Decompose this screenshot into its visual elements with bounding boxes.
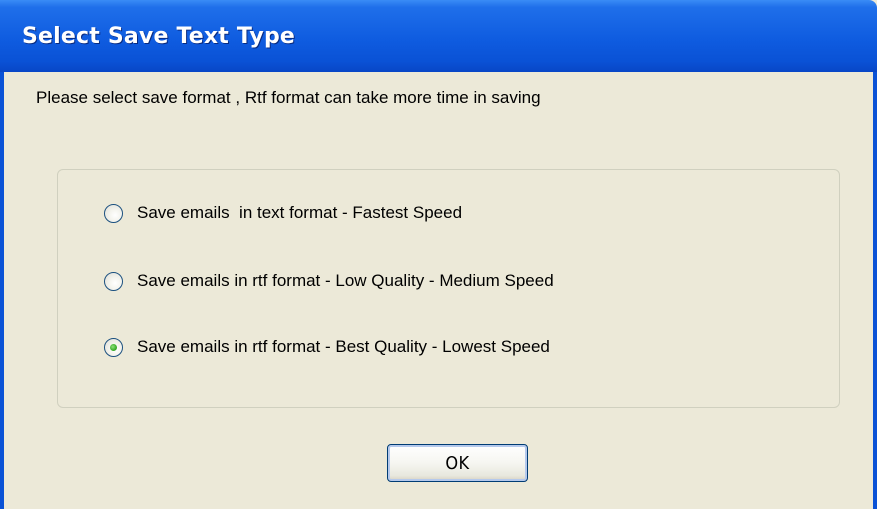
radio-button-icon[interactable]	[104, 271, 123, 291]
instruction-text: Please select save format , Rtf format c…	[36, 88, 541, 107]
ok-button-label: OK	[445, 452, 470, 474]
option-rtf-best-quality[interactable]: Save emails in rtf format - Best Quality…	[104, 337, 550, 357]
window-border-left	[0, 72, 4, 509]
dialog-title: Select Save Text Type	[22, 24, 296, 49]
save-text-type-dialog: Select Save Text Type Please select save…	[0, 0, 877, 509]
option-label: Save emails in rtf format - Best Quality…	[137, 337, 550, 356]
window-border-right	[873, 72, 877, 509]
radio-button-checked-icon[interactable]	[104, 337, 123, 357]
option-rtf-low-quality[interactable]: Save emails in rtf format - Low Quality …	[104, 271, 554, 291]
title-bar[interactable]: Select Save Text Type	[0, 0, 877, 72]
option-text-format[interactable]: Save emails in text format - Fastest Spe…	[104, 203, 462, 223]
option-label: Save emails in text format - Fastest Spe…	[137, 203, 463, 222]
option-label: Save emails in rtf format - Low Quality …	[137, 271, 554, 290]
radio-button-icon[interactable]	[104, 203, 123, 223]
ok-button[interactable]: OK	[387, 444, 528, 482]
